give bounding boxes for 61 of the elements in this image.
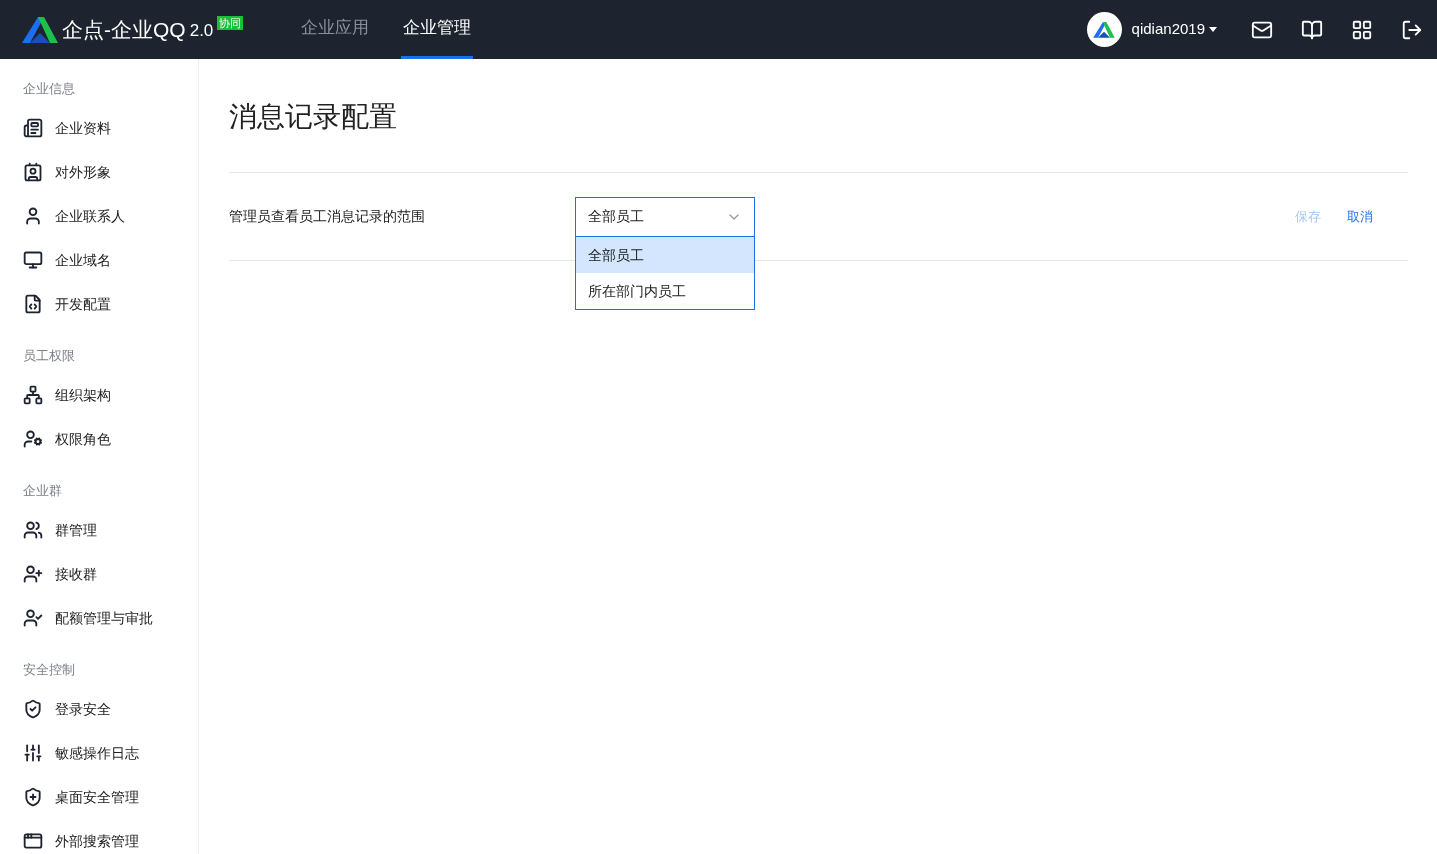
- sidebar-item[interactable]: 外部搜索管理: [23, 819, 139, 854]
- sidebar-item-label: 组织架构: [55, 385, 111, 405]
- sidebar-item[interactable]: 登录安全: [23, 687, 111, 731]
- caret-icon: [1209, 27, 1217, 32]
- nav-tab[interactable]: 企业管理: [401, 0, 474, 59]
- sidebar-item-label: 敏感操作日志: [55, 743, 139, 763]
- sidebar-item-label: 配额管理与审批: [55, 608, 153, 628]
- grid-icon[interactable]: [1351, 18, 1373, 41]
- brand-badge: 协同: [217, 16, 244, 30]
- users-icon: [23, 520, 43, 540]
- avatar[interactable]: [1086, 12, 1122, 47]
- dropdown-option[interactable]: 全部员工: [576, 236, 754, 273]
- org-chart-icon: [23, 385, 43, 405]
- sidebar-item-label: 接收群: [55, 564, 97, 584]
- scope-select[interactable]: 全部员工: [575, 196, 755, 237]
- sliders-icon: [23, 743, 43, 763]
- brand-name: 企点-企业QQ: [62, 16, 186, 43]
- sidebar-group-title: 员工权限: [23, 347, 75, 365]
- book-icon[interactable]: [1301, 18, 1323, 41]
- sidebar-item-label: 登录安全: [55, 699, 111, 719]
- sidebar-item-label: 群管理: [55, 520, 97, 540]
- sidebar-item[interactable]: 权限角色: [23, 417, 111, 461]
- sidebar-item[interactable]: 接收群: [23, 552, 97, 596]
- sidebar-item[interactable]: 开发配置: [23, 282, 111, 326]
- code-file-icon: [23, 294, 43, 314]
- user-check-icon: [23, 608, 43, 628]
- sidebar-item-label: 桌面安全管理: [55, 787, 139, 807]
- sidebar-group-title: 企业信息: [23, 80, 75, 98]
- sidebar-item[interactable]: 组织架构: [23, 373, 111, 417]
- sidebar-item[interactable]: 配额管理与审批: [23, 596, 153, 640]
- newspaper-icon: [23, 118, 43, 138]
- sidebar-item-label: 权限角色: [55, 429, 111, 449]
- user-menu[interactable]: qidian2019: [1131, 18, 1217, 41]
- action-link[interactable]: 取消: [1347, 206, 1373, 227]
- logout-icon[interactable]: [1401, 18, 1423, 41]
- avatar-logo-icon: [1092, 19, 1117, 40]
- shield-check-icon: [23, 699, 43, 719]
- version-label: 2.0: [189, 20, 214, 43]
- sidebar-item-label: 企业联系人: [55, 206, 125, 226]
- shield-plus-icon: [23, 787, 43, 807]
- sidebar-item[interactable]: 企业联系人: [23, 194, 125, 238]
- sidebar-item[interactable]: 桌面安全管理: [23, 775, 139, 819]
- sidebar-item[interactable]: 敏感操作日志: [23, 731, 139, 775]
- person-icon: [23, 206, 43, 226]
- sidebar-item-label: 企业资料: [55, 118, 111, 138]
- sidebar-item[interactable]: 企业域名: [23, 238, 111, 282]
- sidebar-item[interactable]: 企业资料: [23, 106, 111, 150]
- sidebar-item[interactable]: 群管理: [23, 508, 97, 552]
- setting-label: 管理员查看员工消息记录的范围: [229, 207, 426, 226]
- sidebar-item[interactable]: 对外形象: [23, 150, 111, 194]
- sidebar-item-label: 企业域名: [55, 250, 111, 270]
- sidebar-group-title: 企业群: [23, 482, 62, 500]
- monitor-icon: [23, 250, 43, 270]
- nav-tab[interactable]: 企业应用: [299, 0, 372, 59]
- sidebar-item-label: 对外形象: [55, 162, 111, 182]
- contact-card-icon: [23, 162, 43, 182]
- page-title: 消息记录配置: [229, 100, 397, 134]
- sidebar-group-title: 安全控制: [23, 661, 75, 679]
- sidebar-item-label: 开发配置: [55, 294, 111, 314]
- logo-icon: [20, 14, 60, 45]
- sidebar-item-label: 外部搜索管理: [55, 831, 139, 851]
